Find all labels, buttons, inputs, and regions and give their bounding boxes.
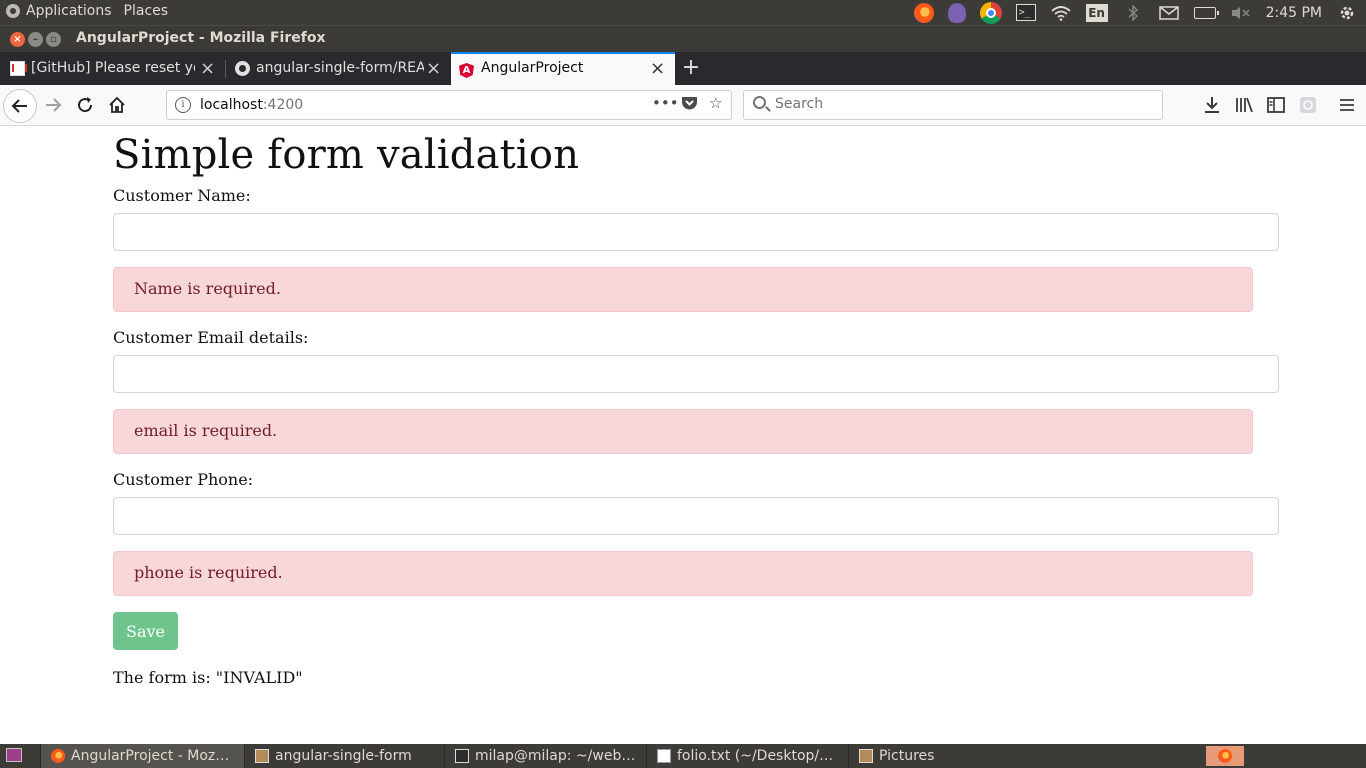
taskbar-item-angular-single-form[interactable]: angular-single-form <box>244 744 444 768</box>
show-desktop-button[interactable] <box>6 748 22 762</box>
close-tab-icon[interactable]: × <box>650 58 665 79</box>
page-content: Simple form validation Customer Name: Na… <box>0 126 1366 744</box>
tab-title: angular-single-form/REA <box>256 60 424 76</box>
hamburger-menu-icon <box>1340 99 1354 111</box>
sidebar-button[interactable] <box>1264 93 1288 117</box>
save-button[interactable]: Save <box>113 612 178 650</box>
library-button[interactable] <box>1232 93 1256 117</box>
terminal-tray-icon[interactable]: >_ <box>1015 4 1036 21</box>
customer-name-input[interactable] <box>113 213 1279 251</box>
forward-button[interactable] <box>38 90 68 120</box>
reload-icon <box>78 97 93 113</box>
phone-required-alert: phone is required. <box>113 551 1253 596</box>
tab-github-reset[interactable]: [GitHub] Please reset yo × <box>0 52 224 85</box>
home-button[interactable] <box>102 90 132 120</box>
back-button[interactable] <box>3 89 37 123</box>
mail-icon[interactable] <box>1158 3 1180 23</box>
navigation-toolbar: i localhost:4200 ••• ☆ <box>0 85 1366 126</box>
forward-arrow-icon <box>46 98 62 112</box>
gmail-icon <box>10 61 27 76</box>
window-minimize-button[interactable]: – <box>28 32 43 47</box>
wifi-icon[interactable] <box>1050 3 1072 23</box>
taskbar-item-label: angular-single-form <box>275 748 412 764</box>
window-title-bar: × – ▫ AngularProject - Mozilla Firefox <box>0 25 1366 52</box>
page-title: Simple form validation <box>113 132 580 178</box>
firefox-icon <box>51 749 65 763</box>
url-text[interactable]: localhost:4200 <box>200 97 303 113</box>
search-bar[interactable] <box>743 90 1163 120</box>
taskbar-item-label: milap@milap: ~/web… <box>475 748 636 764</box>
menu-button[interactable] <box>1335 93 1359 117</box>
window-maximize-button[interactable]: ▫ <box>46 32 61 47</box>
downloads-button[interactable] <box>1200 93 1224 117</box>
pidgin-tray-icon[interactable] <box>947 2 966 23</box>
new-tab-button[interactable]: + <box>680 52 702 85</box>
chrome-tray-icon[interactable] <box>979 1 1002 24</box>
github-icon <box>235 61 250 76</box>
search-input[interactable] <box>775 96 1145 112</box>
taskbar-item-terminal[interactable]: milap@milap: ~/web… <box>444 744 646 768</box>
search-icon <box>753 96 766 109</box>
library-icon <box>1236 97 1253 113</box>
extension-icon <box>1300 97 1316 113</box>
taskbar-item-folio[interactable]: folio.txt (~/Desktop/… <box>646 744 848 768</box>
url-bar[interactable]: i localhost:4200 ••• ☆ <box>166 90 732 120</box>
battery-icon[interactable] <box>1193 6 1219 19</box>
top-panel: Applications Places >_ En 2:45 PM <box>0 0 1366 25</box>
close-tab-icon[interactable]: × <box>426 58 441 79</box>
form-status-text: The form is: "INVALID" <box>113 668 303 687</box>
site-info-icon[interactable]: i <box>175 97 191 113</box>
system-gear-icon[interactable] <box>1336 3 1358 23</box>
places-menu[interactable]: Places <box>124 3 169 19</box>
home-icon <box>109 96 125 113</box>
bluetooth-icon[interactable] <box>1122 3 1144 23</box>
workspace-switcher[interactable] <box>1206 746 1244 766</box>
applications-label: Applications <box>26 3 112 19</box>
firefox-icon <box>1218 749 1232 763</box>
taskbar-item-pictures[interactable]: Pictures <box>848 744 1050 768</box>
reload-button[interactable] <box>70 90 100 120</box>
email-required-alert: email is required. <box>113 409 1253 454</box>
tab-title: [GitHub] Please reset yo <box>31 60 195 76</box>
applications-menu[interactable]: Applications <box>6 3 112 19</box>
taskbar-item-label: Pictures <box>879 748 935 764</box>
volume-muted-icon[interactable] <box>1230 3 1252 23</box>
customer-phone-input[interactable] <box>113 497 1279 535</box>
customer-name-label: Customer Name: <box>113 186 251 205</box>
folder-icon <box>859 749 873 763</box>
applications-icon <box>6 4 20 18</box>
tab-title: AngularProject <box>481 60 584 76</box>
taskbar-item-firefox[interactable]: AngularProject - Moz… <box>40 744 244 768</box>
tab-angular-project[interactable]: A AngularProject × <box>451 52 675 85</box>
angular-icon: A <box>459 63 474 78</box>
taskbar-item-label: folio.txt (~/Desktop/… <box>677 748 834 764</box>
customer-phone-label: Customer Phone: <box>113 470 254 489</box>
back-arrow-icon <box>11 99 27 113</box>
close-tab-icon[interactable]: × <box>200 58 215 79</box>
download-icon <box>1205 97 1219 113</box>
keyboard-layout-indicator[interactable]: En <box>1085 3 1108 22</box>
tab-angular-single-form[interactable]: angular-single-form/REA × <box>226 52 450 85</box>
firefox-tray-icon[interactable] <box>913 2 934 23</box>
pocket-icon[interactable] <box>681 95 698 115</box>
extension-button[interactable] <box>1296 93 1320 117</box>
folder-icon <box>255 749 269 763</box>
window-close-button[interactable]: × <box>10 32 25 47</box>
taskbar-item-label: AngularProject - Moz… <box>71 748 230 764</box>
name-required-alert: Name is required. <box>113 267 1253 312</box>
sidebar-icon <box>1267 97 1285 113</box>
window-title: AngularProject - Mozilla Firefox <box>76 30 326 46</box>
text-editor-icon <box>657 749 671 763</box>
customer-email-input[interactable] <box>113 355 1279 393</box>
terminal-icon <box>455 749 469 763</box>
bookmark-star-icon[interactable]: ☆ <box>709 94 722 112</box>
page-actions-icon[interactable]: ••• <box>652 94 679 112</box>
clock[interactable]: 2:45 PM <box>1266 5 1322 21</box>
taskbar: AngularProject - Moz… angular-single-for… <box>0 744 1366 768</box>
customer-email-label: Customer Email details: <box>113 328 309 347</box>
